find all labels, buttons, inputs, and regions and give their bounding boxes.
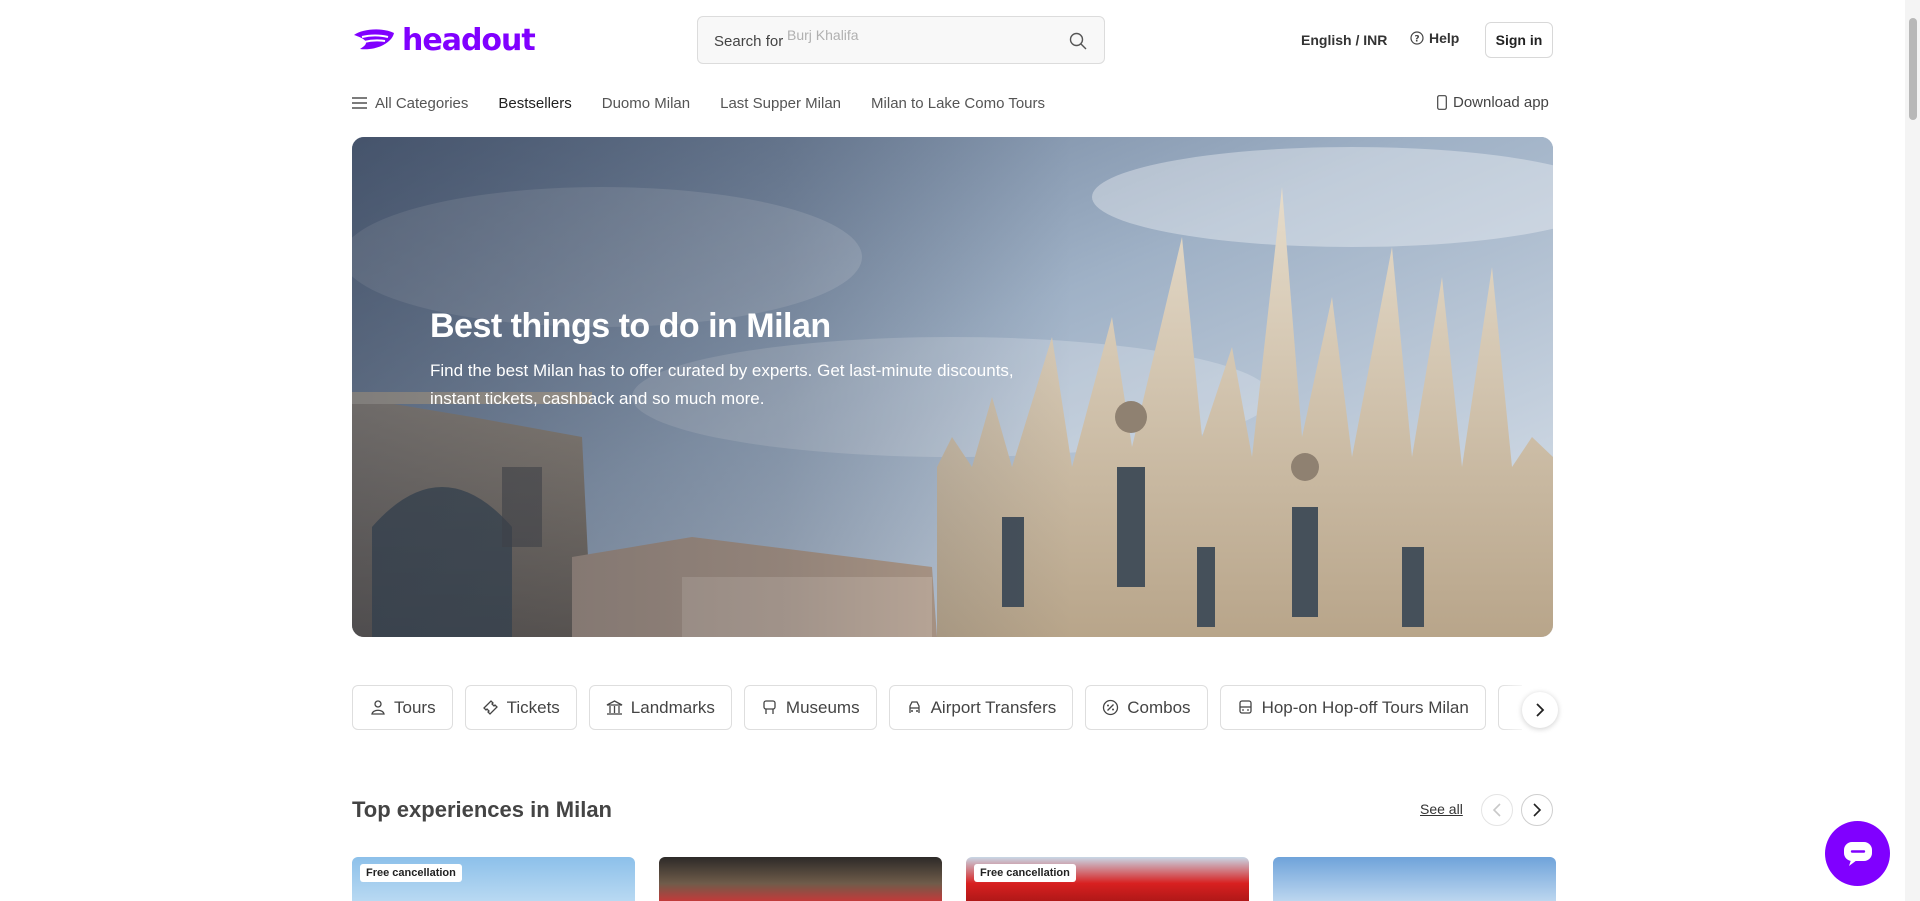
chevron-right-icon — [1533, 803, 1542, 817]
hero-subtitle: Find the best Milan has to offer curated… — [430, 361, 1014, 408]
chip-label: Tours — [394, 697, 436, 717]
chip-combos[interactable]: Combos — [1085, 685, 1208, 730]
brand-name: headout — [402, 22, 536, 58]
all-categories-label: All Categories — [375, 94, 469, 112]
chip-label: Airport Transfers — [930, 697, 1057, 717]
experience-card[interactable] — [659, 857, 942, 901]
search-input[interactable]: Search for Burj Khalifa — [697, 16, 1105, 64]
category-nav: All Categories Bestsellers Duomo Milan L… — [352, 92, 1075, 114]
experience-card[interactable] — [1273, 857, 1556, 901]
see-all-link[interactable]: See all — [1420, 801, 1463, 817]
chip-tours[interactable]: Tours — [352, 685, 453, 730]
category-chips: Tours Tickets Landmarks Museums Airport … — [352, 685, 1522, 730]
language-currency-selector[interactable]: English / INR — [1301, 32, 1387, 48]
chat-button[interactable] — [1825, 821, 1890, 886]
phone-icon — [1437, 95, 1447, 110]
landmark-icon — [606, 700, 623, 715]
carousel-next-button[interactable] — [1521, 794, 1553, 826]
chip-museums[interactable]: Museums — [743, 685, 877, 730]
experience-card[interactable]: Free cancellation — [352, 857, 635, 901]
scrollbar-thumb[interactable] — [1909, 18, 1917, 120]
chip-label: Hop-on Hop-off Tours Milan — [1261, 697, 1469, 717]
transfer-icon — [908, 701, 920, 713]
help-label: Help — [1429, 30, 1460, 46]
chevron-right-icon — [1536, 703, 1545, 717]
carousel-prev-button[interactable] — [1481, 794, 1513, 826]
chip-airport-transfers[interactable]: Airport Transfers — [888, 685, 1074, 730]
combo-badge-icon — [1103, 699, 1119, 716]
download-app-label: Download app — [1453, 94, 1549, 111]
tour-guide-icon — [371, 700, 385, 715]
section-title: Top experiences in Milan — [352, 797, 612, 822]
hero-title: Best things to do in Milan — [430, 307, 831, 345]
chat-bubble-icon — [1843, 841, 1872, 866]
hamburger-menu-icon — [352, 97, 367, 109]
hero-banner: Best things to do in Milan Find the best… — [352, 137, 1553, 637]
chip-hop-on-hop-off[interactable]: Hop-on Hop-off Tours Milan — [1219, 685, 1486, 730]
nav-item-last-supper-milan[interactable]: Last Supper Milan — [720, 95, 841, 112]
free-cancellation-badge: Free cancellation — [974, 864, 1076, 882]
chip-label: Museums — [785, 697, 860, 717]
all-categories-menu[interactable]: All Categories — [352, 95, 468, 112]
experience-cards: Free cancellation Free cancellation — [352, 857, 1556, 901]
chip-tickets[interactable]: Tickets — [464, 685, 577, 730]
nav-item-lake-como-tours[interactable]: Milan to Lake Como Tours — [871, 95, 1045, 112]
download-app-link[interactable]: Download app — [1437, 94, 1549, 111]
experience-card[interactable]: Free cancellation — [966, 857, 1249, 901]
chip-label: Landmarks — [630, 697, 715, 717]
search-placeholder: Burj Khalifa — [787, 27, 859, 43]
page-scrollbar[interactable] — [1905, 0, 1920, 901]
help-link[interactable]: ? Help — [1410, 30, 1459, 46]
chip-label: Tickets — [506, 697, 560, 717]
site-header: headout Search for Burj Khalifa English … — [0, 0, 1905, 80]
search-label: Search for — [714, 33, 784, 50]
nav-item-bestsellers[interactable]: Bestsellers — [498, 95, 571, 112]
ticket-icon — [482, 700, 498, 715]
bus-icon — [1238, 700, 1252, 714]
search-icon[interactable] — [1068, 31, 1088, 51]
chips-next-button[interactable] — [1522, 692, 1558, 728]
headout-logo[interactable]: headout — [352, 22, 536, 58]
svg-text:?: ? — [1414, 35, 1419, 45]
chip-label: Combos — [1127, 697, 1191, 717]
museum-icon — [763, 700, 776, 714]
free-cancellation-badge: Free cancellation — [360, 864, 462, 882]
nav-item-duomo-milan[interactable]: Duomo Milan — [602, 95, 690, 112]
chevron-left-icon — [1492, 803, 1501, 817]
sign-in-button[interactable]: Sign in — [1485, 22, 1553, 58]
headout-logo-icon — [354, 29, 394, 50]
help-icon: ? — [1410, 31, 1424, 45]
chip-landmarks[interactable]: Landmarks — [588, 685, 732, 730]
